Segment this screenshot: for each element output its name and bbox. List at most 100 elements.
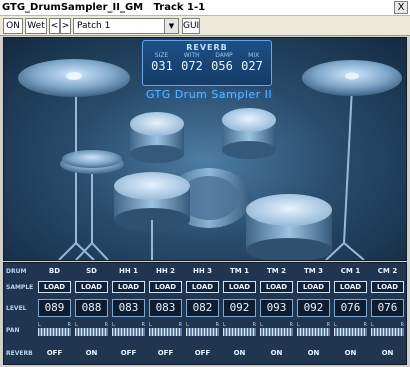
level-value[interactable]: 092 [297, 299, 330, 317]
level-value[interactable]: 082 [186, 299, 219, 317]
reverb-size-label: SIZE [154, 52, 169, 59]
patch-select-value: Patch 1 [77, 21, 111, 31]
level-value[interactable]: 083 [112, 299, 145, 317]
tom-1 [130, 112, 184, 163]
pan-meter [334, 328, 367, 336]
crash-cymbal-left [18, 59, 130, 97]
patch-select[interactable]: Patch 1 ▼ [73, 18, 179, 34]
wet-button[interactable]: Wet [25, 18, 47, 34]
reverb-toggle[interactable]: ON [345, 349, 357, 357]
title-bar: GTG_DrumSampler_II_GM Track 1-1 X [0, 0, 410, 16]
reverb-toggle[interactable]: ON [86, 349, 98, 357]
pan-meter [297, 328, 330, 336]
drum-name-row: DRUM BD SD HH 1 HH 2 HH 3 TM 1 TM 2 TM 3… [4, 265, 408, 277]
tom-2 [222, 108, 276, 159]
level-value[interactable]: 076 [371, 299, 404, 317]
reverb-size-value[interactable]: 031 [151, 59, 173, 73]
load-sample-button[interactable]: LOAD [38, 281, 71, 293]
reverb-toggle[interactable]: ON [382, 349, 394, 357]
on-button[interactable]: ON [3, 18, 23, 34]
reverb-row: REVERB OFF ON OFF OFF OFF ON ON ON ON ON [4, 345, 408, 361]
pan-slider[interactable]: LR [334, 322, 367, 338]
load-sample-button[interactable]: LOAD [297, 281, 330, 293]
reverb-toggle[interactable]: OFF [158, 349, 174, 357]
prev-patch-button[interactable]: < [49, 18, 60, 34]
channel-name: BD [48, 267, 61, 275]
pan-meter [371, 328, 404, 336]
channel-name: TM 1 [229, 267, 250, 275]
pan-meter [112, 328, 145, 336]
load-sample-button[interactable]: LOAD [223, 281, 256, 293]
pan-meter [38, 328, 71, 336]
window-title: GTG_DrumSampler_II_GM Track 1-1 [2, 2, 206, 13]
channel-name: CM 1 [340, 267, 361, 275]
load-sample-button[interactable]: LOAD [260, 281, 293, 293]
reverb-toggle[interactable]: ON [234, 349, 246, 357]
row-label-reverb: REVERB [6, 349, 33, 357]
load-sample-button[interactable]: LOAD [186, 281, 219, 293]
reverb-title: REVERB [186, 43, 228, 52]
level-value[interactable]: 088 [75, 299, 108, 317]
reverb-toggle[interactable]: OFF [47, 349, 63, 357]
channel-name: CM 2 [377, 267, 398, 275]
pan-meter [75, 328, 108, 336]
reverb-damp-value[interactable]: 056 [211, 59, 233, 73]
pan-meter [186, 328, 219, 336]
pan-slider[interactable]: LR [75, 322, 108, 338]
pan-slider[interactable]: LR [297, 322, 330, 338]
pan-slider[interactable]: LR [149, 322, 182, 338]
reverb-toggle[interactable]: OFF [121, 349, 137, 357]
sample-row: SAMPLE LOAD LOAD LOAD LOAD LOAD LOAD LOA… [4, 279, 408, 295]
pan-slider[interactable]: LR [260, 322, 293, 338]
level-value[interactable]: 092 [223, 299, 256, 317]
reverb-mix-label: MIX [248, 52, 260, 59]
reverb-damp-label: DAMP [215, 52, 233, 59]
level-row: LEVEL 089 088 083 083 082 092 093 092 07… [4, 298, 408, 318]
crash-cymbal-right [302, 60, 402, 96]
level-value[interactable]: 076 [334, 299, 367, 317]
channel-name: SD [86, 267, 97, 275]
snare-drum [114, 172, 190, 260]
load-sample-button[interactable]: LOAD [334, 281, 367, 293]
channel-name: HH 3 [192, 267, 213, 275]
load-sample-button[interactable]: LOAD [371, 281, 404, 293]
reverb-toggle[interactable]: ON [271, 349, 283, 357]
chevron-down-icon: ▼ [164, 19, 178, 33]
reverb-mix-value[interactable]: 027 [241, 59, 263, 73]
mixer-panel: DRUM BD SD HH 1 HH 2 HH 3 TM 1 TM 2 TM 3… [3, 262, 407, 365]
reverb-with-value[interactable]: 072 [181, 59, 203, 73]
hi-hat [60, 150, 124, 174]
pan-meter [149, 328, 182, 336]
toolbar: ON Wet < > Patch 1 ▼ GUI [0, 16, 410, 36]
next-patch-button[interactable]: > [60, 18, 71, 34]
channel-name: TM 3 [303, 267, 324, 275]
reverb-toggle[interactable]: ON [308, 349, 320, 357]
reverb-toggle[interactable]: OFF [195, 349, 211, 357]
reverb-panel: REVERB SIZE WITH DAMP MIX 031 072 056 02… [142, 40, 272, 86]
level-value[interactable]: 093 [260, 299, 293, 317]
pan-meter [223, 328, 256, 336]
product-logo-text: GTG Drum Sampler II [145, 88, 273, 101]
channel-name: HH 2 [155, 267, 176, 275]
load-sample-button[interactable]: LOAD [75, 281, 108, 293]
level-value[interactable]: 089 [38, 299, 71, 317]
channel-name: HH 1 [118, 267, 139, 275]
row-label-drum: DRUM [6, 267, 27, 275]
row-label-pan: PAN [6, 326, 20, 334]
load-sample-button[interactable]: LOAD [149, 281, 182, 293]
floor-tom [246, 194, 332, 260]
pan-slider[interactable]: LR [371, 322, 404, 338]
drum-kit-view: REVERB SIZE WITH DAMP MIX 031 072 056 02… [3, 37, 407, 261]
pan-slider[interactable]: LR [38, 322, 71, 338]
pan-slider[interactable]: LR [223, 322, 256, 338]
load-sample-button[interactable]: LOAD [112, 281, 145, 293]
pan-meter [260, 328, 293, 336]
gui-button[interactable]: GUI [182, 18, 200, 34]
pan-slider[interactable]: LR [112, 322, 145, 338]
channel-name: TM 2 [266, 267, 287, 275]
pan-slider[interactable]: LR [186, 322, 219, 338]
row-label-level: LEVEL [6, 304, 27, 312]
close-button[interactable]: X [394, 1, 408, 14]
row-label-sample: SAMPLE [6, 283, 34, 291]
level-value[interactable]: 083 [149, 299, 182, 317]
